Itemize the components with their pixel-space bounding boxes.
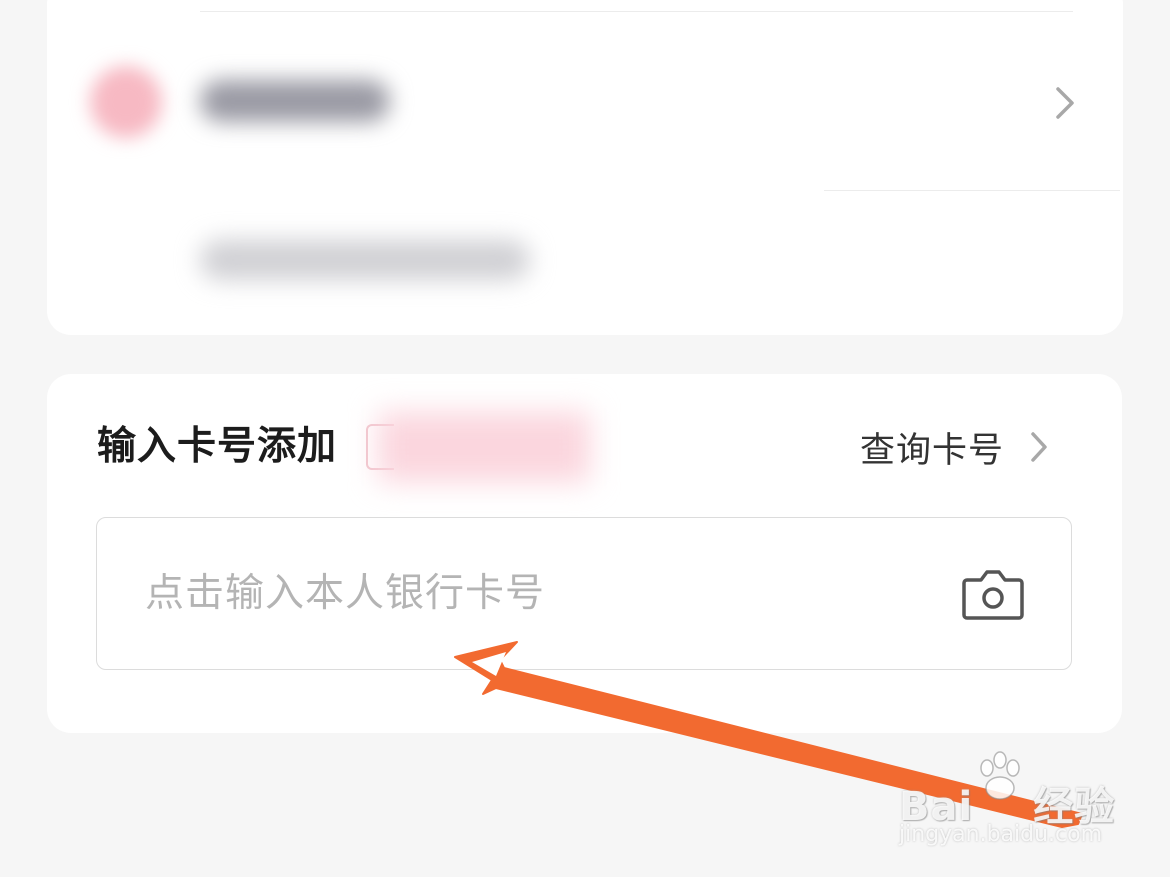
card-number-field[interactable] — [96, 517, 1072, 670]
watermark-brand: Bai 经验 — [899, 784, 1116, 830]
chevron-right-icon[interactable] — [1050, 83, 1080, 123]
chevron-right-icon — [1031, 432, 1047, 462]
watermark: Bai 经验 jingyan.baidu.com — [895, 750, 1125, 860]
divider — [824, 190, 1120, 191]
section-title: 输入卡号添加 — [97, 424, 338, 469]
card-number-input[interactable] — [145, 558, 905, 628]
query-card-number-link[interactable]: 查询卡号 — [860, 420, 1052, 474]
bank-detail-redacted — [200, 240, 530, 280]
divider — [200, 11, 1073, 12]
bank-logo-redacted — [90, 66, 162, 138]
bank-list-card — [47, 0, 1123, 335]
watermark-url: jingyan.baidu.com — [899, 822, 1103, 847]
bank-name-redacted — [200, 80, 390, 122]
paw-icon — [980, 751, 1020, 800]
camera-icon[interactable] — [961, 564, 1025, 624]
promo-badge-redacted — [378, 412, 590, 482]
query-card-number-label: 查询卡号 — [860, 430, 1005, 471]
